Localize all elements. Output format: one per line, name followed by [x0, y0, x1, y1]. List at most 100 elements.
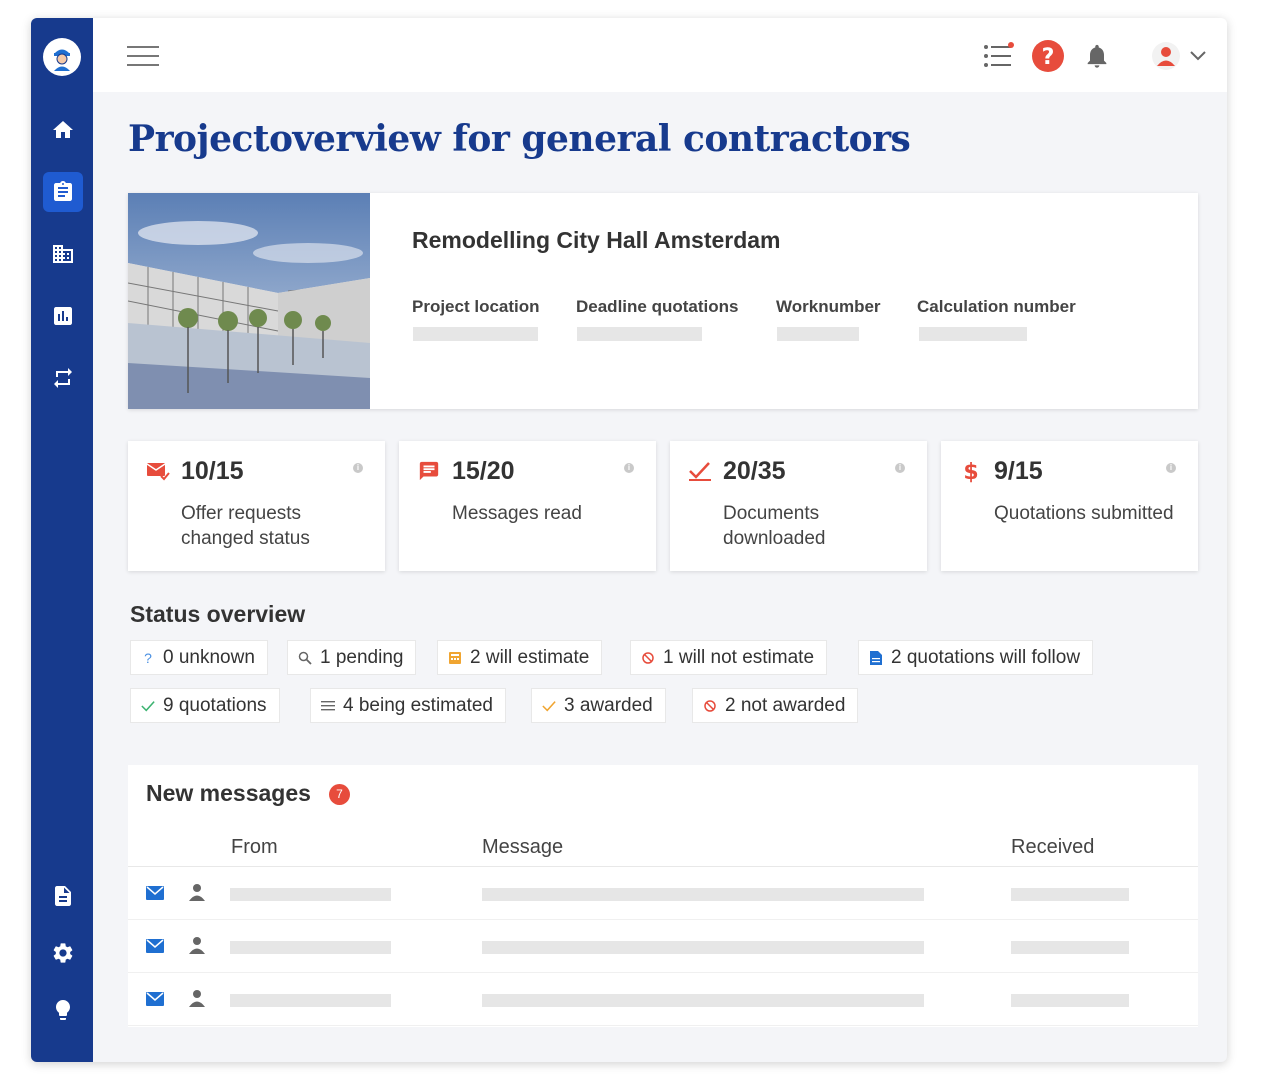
- stat-label: Documents downloaded: [723, 503, 826, 549]
- sidebar-item-companies[interactable]: [43, 234, 83, 274]
- project-name: Remodelling City Hall Amsterdam: [412, 227, 781, 253]
- chevron-down-icon[interactable]: [1187, 38, 1209, 74]
- info-icon[interactable]: i: [895, 463, 905, 473]
- stat-card-quotations-submitted[interactable]: $ 9/15 Quotations submitted i: [941, 441, 1198, 571]
- page-title: Projectoverview for general contractors: [128, 118, 911, 160]
- column-header-from[interactable]: From: [231, 836, 278, 859]
- check-icon: [688, 459, 712, 483]
- avatar[interactable]: [1148, 38, 1184, 74]
- column-header-received[interactable]: Received: [1011, 836, 1094, 859]
- svg-text:$: $: [963, 460, 978, 483]
- from-value: [230, 994, 391, 1007]
- building-icon: [53, 245, 73, 263]
- worknumber-label: Worknumber: [776, 297, 881, 316]
- gear-icon: [53, 943, 73, 963]
- question-icon: ?: [144, 649, 152, 666]
- calculation-number-value: [919, 327, 1027, 341]
- bell-icon[interactable]: [1079, 38, 1115, 74]
- messages-card: New messages 7 From Message Received: [128, 765, 1198, 1027]
- project-location-label: Project location: [412, 297, 540, 316]
- status-chip-being-estimated[interactable]: 4 being estimated: [310, 688, 506, 723]
- help-icon[interactable]: ?: [1030, 38, 1066, 74]
- person-icon: [189, 990, 205, 1007]
- from-value: [230, 888, 391, 901]
- status-chip-pending[interactable]: 1 pending: [287, 640, 417, 675]
- stat-value: 10/15: [181, 457, 244, 485]
- messages-count-badge: 7: [329, 784, 350, 805]
- chat-icon: [417, 459, 441, 483]
- clipboard-icon: [54, 181, 72, 201]
- messages-title: New messages: [146, 780, 311, 806]
- info-icon[interactable]: i: [353, 463, 363, 473]
- document-icon: [55, 886, 71, 906]
- worknumber-value: [777, 327, 859, 341]
- sidebar: [31, 18, 93, 1062]
- sidebar-item-settings[interactable]: [43, 933, 83, 973]
- logo-icon[interactable]: [43, 38, 81, 76]
- received-value: [1011, 888, 1129, 901]
- status-chip-awarded[interactable]: 3 awarded: [531, 688, 666, 723]
- stat-card-documents-downloaded[interactable]: 20/35 Documents downloaded i: [670, 441, 927, 571]
- search-icon: [298, 651, 312, 665]
- project-card: Remodelling City Hall Amsterdam Project …: [128, 193, 1198, 409]
- mail-icon: [146, 939, 164, 953]
- status-chip-will-estimate[interactable]: 2 will estimate: [437, 640, 603, 675]
- column-header-message[interactable]: Message: [482, 836, 563, 859]
- top-bar: ?: [93, 18, 1227, 92]
- table-row[interactable]: [128, 973, 1198, 1026]
- received-value: [1011, 994, 1129, 1007]
- stat-card-messages-read[interactable]: 15/20 Messages read i: [399, 441, 656, 571]
- info-icon[interactable]: i: [624, 463, 634, 473]
- stat-value: 20/35: [723, 457, 786, 485]
- calculator-icon: [448, 651, 462, 665]
- from-value: [230, 941, 391, 954]
- message-value: [482, 941, 924, 954]
- table-row[interactable]: [128, 867, 1198, 920]
- mail-icon: [146, 992, 164, 1006]
- message-value: [482, 994, 924, 1007]
- person-icon: [189, 884, 205, 901]
- status-overview-title: Status overview: [130, 601, 306, 627]
- sidebar-item-documents[interactable]: [43, 876, 83, 916]
- repeat-icon: [54, 368, 72, 388]
- home-icon: [53, 121, 73, 138]
- block-icon: [703, 699, 717, 713]
- person-icon: [189, 937, 205, 954]
- stat-value: 15/20: [452, 457, 515, 485]
- stat-value: 9/15: [994, 457, 1043, 485]
- project-location-value: [413, 327, 538, 341]
- deadline-quotations-label: Deadline quotations: [576, 297, 739, 316]
- sidebar-item-reports[interactable]: [43, 296, 83, 336]
- status-chip-quotations[interactable]: 9 quotations: [130, 688, 280, 723]
- mail-icon: [146, 886, 164, 900]
- calculation-number-label: Calculation number: [917, 297, 1076, 316]
- task-list-icon[interactable]: [981, 38, 1017, 74]
- received-value: [1011, 941, 1129, 954]
- menu-icon[interactable]: [127, 46, 159, 66]
- status-chip-will-not-estimate[interactable]: 1 will not estimate: [630, 640, 828, 675]
- check-icon: [141, 699, 155, 713]
- stat-card-offer-requests[interactable]: 10/15 Offer requests changed status i: [128, 441, 385, 571]
- sidebar-item-sync[interactable]: [43, 358, 83, 398]
- chart-icon: [54, 307, 72, 325]
- message-value: [482, 888, 924, 901]
- mail-check-icon: [146, 459, 170, 483]
- svg-text:?: ?: [1042, 45, 1055, 70]
- deadline-quotations-value: [577, 327, 702, 341]
- dollar-icon: $: [959, 459, 983, 483]
- app-window: ? Projectoverview for general contractor…: [31, 18, 1227, 1062]
- table-row[interactable]: [128, 920, 1198, 973]
- info-icon[interactable]: i: [1166, 463, 1176, 473]
- document-icon: [869, 650, 883, 665]
- check-icon: [542, 699, 556, 713]
- lines-icon: [321, 699, 335, 713]
- status-chip-quotations-will-follow[interactable]: 2 quotations will follow: [858, 640, 1094, 675]
- sidebar-item-home[interactable]: [43, 110, 83, 150]
- lightbulb-icon: [56, 1000, 70, 1020]
- status-chip-not-awarded[interactable]: 2 not awarded: [692, 688, 859, 723]
- project-image: [128, 193, 370, 409]
- sidebar-item-tips[interactable]: [43, 990, 83, 1030]
- sidebar-item-projects[interactable]: [43, 172, 83, 212]
- status-chip-unknown[interactable]: ? 0 unknown: [130, 640, 268, 675]
- stat-label: Quotations submitted: [994, 503, 1174, 524]
